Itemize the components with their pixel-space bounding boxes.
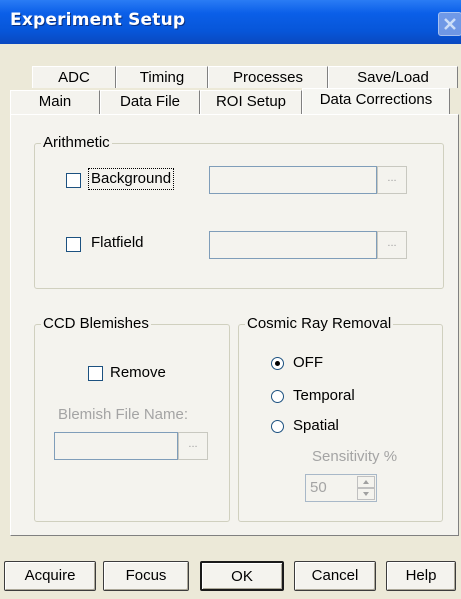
radio-off[interactable] [271,357,284,370]
tab-data-file[interactable]: Data File [100,90,200,114]
remove-blemishes-checkbox[interactable] [88,366,103,381]
arithmetic-group: Arithmetic [34,134,444,289]
flatfield-browse-button[interactable]: ... [377,231,407,259]
sensitivity-value: 50 [310,479,327,496]
tab-timing[interactable]: Timing [116,66,208,88]
sensitivity-label: Sensitivity % [312,448,398,465]
blemish-file-input[interactable] [54,432,178,460]
spin-down-button[interactable] [357,488,375,500]
radio-off-label: OFF [293,354,323,371]
radio-selected-dot [275,361,280,366]
close-icon [444,18,456,30]
tab-main[interactable]: Main [10,90,100,114]
cosmic-ray-title: Cosmic Ray Removal [245,315,394,332]
acquire-button[interactable]: Acquire [4,561,96,591]
radio-spatial-label: Spatial [293,417,339,434]
spin-up-button[interactable] [357,476,375,488]
background-label: Background [88,168,175,190]
tab-roi-setup[interactable]: ROI Setup [200,90,302,114]
background-checkbox[interactable] [66,173,81,188]
focus-button[interactable]: Focus [103,561,189,591]
arithmetic-title: Arithmetic [41,134,112,151]
chevron-up-icon [363,480,369,484]
close-button[interactable] [438,12,461,36]
radio-temporal-label: Temporal [293,387,355,404]
remove-blemishes-label: Remove [110,364,166,381]
tab-processes[interactable]: Processes [208,66,328,88]
chevron-down-icon [363,492,369,496]
radio-spatial[interactable] [271,420,284,433]
cancel-button[interactable]: Cancel [294,561,376,591]
flatfield-checkbox[interactable] [66,237,81,252]
radio-temporal[interactable] [271,390,284,403]
blemish-browse-button[interactable]: ... [178,432,208,460]
ok-button[interactable]: OK [200,561,284,591]
help-button[interactable]: Help [386,561,456,591]
tab-adc[interactable]: ADC [32,66,116,88]
flatfield-label: Flatfield [91,234,144,251]
window-title: Experiment Setup [10,10,186,30]
tab-save-load[interactable]: Save/Load [328,66,458,88]
sensitivity-spinbox[interactable]: 50 [305,474,377,502]
blemish-file-label: Blemish File Name: [58,406,189,423]
background-file-input[interactable] [209,166,377,194]
flatfield-file-input[interactable] [209,231,377,259]
ccd-blemishes-title: CCD Blemishes [41,315,151,332]
background-browse-button[interactable]: ... [377,166,407,194]
tab-data-corrections[interactable]: Data Corrections [302,88,450,114]
